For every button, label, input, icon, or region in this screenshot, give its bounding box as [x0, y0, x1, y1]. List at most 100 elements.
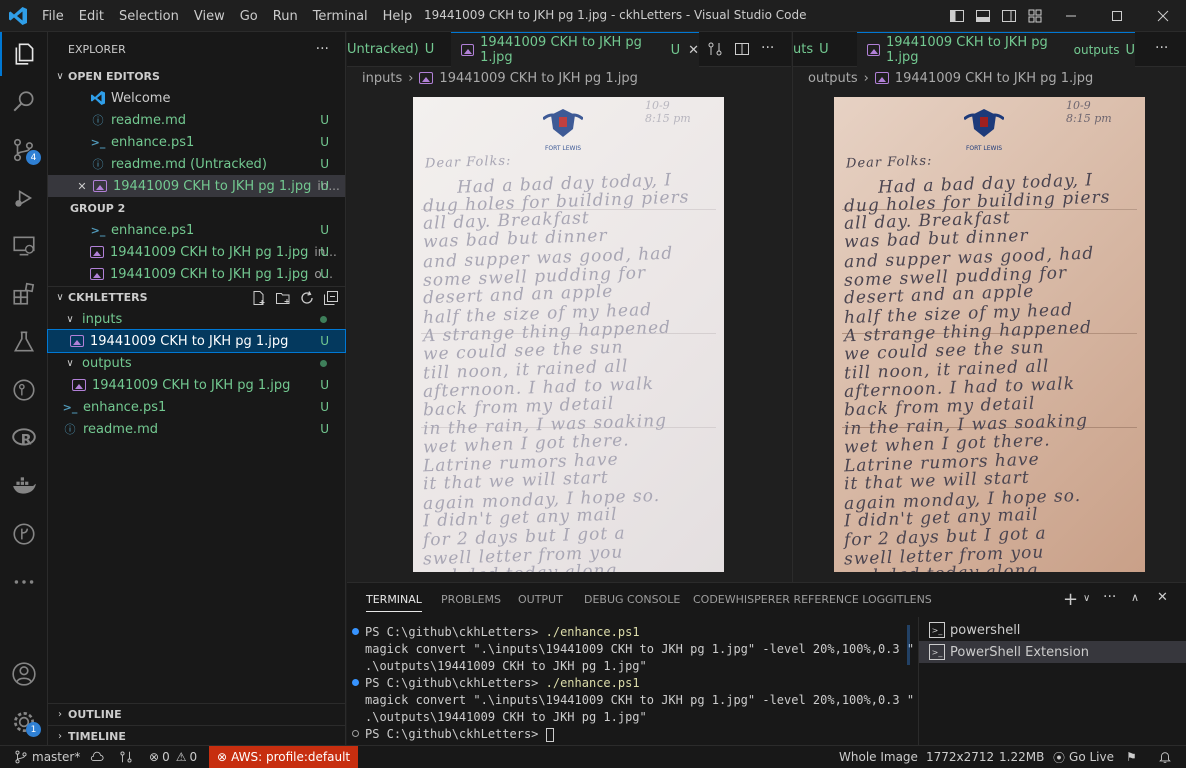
feedback-button[interactable]: ⚑	[1126, 746, 1137, 768]
maximize-panel-icon[interactable]: ∧	[1131, 591, 1139, 604]
tree-folder-inputs[interactable]: ∨ inputs	[48, 308, 345, 330]
new-terminal-icon[interactable]: +	[1063, 589, 1078, 610]
r-activity[interactable]: R	[0, 416, 48, 460]
close-tab-icon[interactable]: ✕	[688, 43, 699, 58]
tab-output-image[interactable]: 19441009 CKH to JKH pg 1.jpg outputs U	[857, 32, 1135, 67]
branch-indicator[interactable]: master*	[14, 746, 80, 768]
panel-more-icon[interactable]: ···	[1103, 589, 1116, 605]
menu-help[interactable]: Help	[383, 9, 413, 24]
new-folder-icon[interactable]	[275, 290, 291, 306]
open-editor-item[interactable]: ⓘ readme.md U	[48, 109, 345, 131]
image-file-icon	[93, 180, 107, 192]
panel-tab-terminal[interactable]: TERMINAL	[366, 593, 422, 612]
letter-image-original[interactable]: FORT LEWIS 10-9 8:15 pm Dear Folks: Had a…	[413, 97, 724, 572]
close-panel-icon[interactable]: ✕	[1157, 590, 1168, 605]
menu-terminal[interactable]: Terminal	[313, 9, 368, 24]
info-icon: ⓘ	[92, 114, 104, 127]
minimize-button[interactable]	[1048, 0, 1094, 32]
open-editor-item[interactable]: >_ enhance.ps1 U	[48, 131, 345, 153]
refresh-icon[interactable]	[299, 290, 315, 306]
sync-button[interactable]	[90, 746, 104, 768]
toggle-sidebar-icon[interactable]	[949, 8, 965, 24]
docker-activity[interactable]	[0, 464, 48, 508]
tab-label: 19441009 CKH to JKH pg 1.jpg	[885, 35, 1048, 65]
problems-indicator[interactable]: ⊗ 0 ⚠ 0	[149, 746, 197, 768]
status-bar: master* ⊗ 0 ⚠ 0 ⊗ AWS: profile:default W…	[0, 745, 1186, 768]
aws-profile-status[interactable]: ⊗ AWS: profile:default	[209, 746, 359, 768]
go-live-button[interactable]: ⦿ Go Live	[1053, 746, 1114, 768]
breadcrumb-file[interactable]: 19441009 CKH to JKH pg 1.jpg	[895, 71, 1093, 86]
outline-section[interactable]: › OUTLINE	[48, 703, 345, 725]
new-file-icon[interactable]	[251, 290, 267, 306]
manage-activity[interactable]: 1	[0, 700, 48, 744]
gitlens-activity[interactable]	[0, 368, 48, 412]
panel-tab-codewhisperer[interactable]: CODEWHISPERER REFERENCE LOG	[693, 593, 885, 606]
panel-tab-debug-console[interactable]: DEBUG CONSOLE	[584, 593, 680, 606]
vscode-logo-icon	[9, 7, 27, 25]
editor-more-icon[interactable]: ···	[1155, 40, 1168, 56]
image-zoom-status[interactable]: Whole Image	[839, 746, 918, 768]
search-activity[interactable]	[0, 80, 48, 124]
terminal-line: PS C:\github\ckhLetters> ./enhance.ps1	[365, 676, 640, 690]
menu-run[interactable]: Run	[273, 9, 298, 24]
tree-folder-outputs[interactable]: ∨ outputs	[48, 352, 345, 374]
tab-input-image[interactable]: 19441009 CKH to JKH pg 1.jpg U ✕	[451, 32, 699, 67]
toggle-secondary-sidebar-icon[interactable]	[1001, 8, 1017, 24]
tree-file-output-image[interactable]: 19441009 CKH to JKH pg 1.jpg U	[48, 374, 345, 396]
open-editor-label: readme.md (Untracked)	[111, 156, 267, 172]
tree-file-input-image[interactable]: 19441009 CKH to JKH pg 1.jpg U	[47, 329, 346, 353]
editor-more-icon[interactable]: ···	[761, 40, 774, 56]
tab-readme-untracked[interactable]: Untracked) U	[347, 32, 451, 67]
breadcrumb-folder[interactable]: outputs	[808, 71, 858, 86]
explorer-activity[interactable]	[0, 32, 48, 76]
close-window-button[interactable]	[1140, 0, 1186, 32]
menu-view[interactable]: View	[194, 9, 225, 24]
terminal-output[interactable]: PS C:\github\ckhLetters> ./enhance.ps1 m…	[347, 619, 917, 746]
open-editor-item-active[interactable]: ✕ 19441009 CKH to JKH pg 1.jpg in... U	[48, 175, 345, 197]
compare-icon[interactable]	[707, 41, 723, 57]
open-editor-item[interactable]: Welcome	[48, 87, 345, 109]
terminal-list-item-active[interactable]: >_ PowerShell Extension	[919, 641, 1186, 663]
maximize-button[interactable]	[1094, 0, 1140, 32]
panel-tab-problems[interactable]: PROBLEMS	[441, 593, 501, 606]
menu-go[interactable]: Go	[240, 9, 258, 24]
terminal-list-item[interactable]: >_ powershell	[919, 619, 1186, 641]
explorer-more-icon[interactable]: ···	[316, 41, 329, 57]
untracked-status: U	[320, 157, 329, 171]
tab-outputs-prev[interactable]: uts U	[793, 32, 853, 67]
remote-explorer-activity[interactable]	[0, 224, 48, 268]
extensions-activity[interactable]	[0, 272, 48, 316]
open-editor-item[interactable]: ⓘ readme.md (Untracked) U	[48, 153, 345, 175]
tree-file-readme[interactable]: ⓘ readme.md U	[48, 418, 345, 440]
open-editor-item[interactable]: >_ enhance.ps1 U	[48, 219, 345, 241]
accounts-activity[interactable]	[0, 652, 48, 696]
customize-layout-icon[interactable]	[1027, 8, 1043, 24]
menu-edit[interactable]: Edit	[79, 9, 104, 24]
tab-status: U	[424, 42, 435, 57]
menu-file[interactable]: File	[42, 9, 64, 24]
tree-file-enhance[interactable]: >_ enhance.ps1 U	[48, 396, 345, 418]
menu-selection[interactable]: Selection	[119, 9, 179, 24]
project-section[interactable]: ∨ CKHLETTERS	[48, 286, 345, 308]
close-icon[interactable]: ✕	[74, 178, 90, 194]
collapse-all-icon[interactable]	[323, 290, 339, 306]
panel-tab-gitlens[interactable]: GITLENS	[885, 593, 932, 606]
open-editors-section[interactable]: ∨ OPEN EDITORS	[48, 65, 345, 87]
breadcrumb-file[interactable]: 19441009 CKH to JKH pg 1.jpg	[439, 71, 637, 86]
timeline-section[interactable]: › TIMELINE	[48, 725, 345, 747]
panel-tab-output[interactable]: OUTPUT	[518, 593, 563, 606]
terminal-dropdown-icon[interactable]: ∨	[1083, 593, 1090, 604]
open-editor-item[interactable]: 19441009 CKH to JKH pg 1.jpg in... U	[48, 241, 345, 263]
split-editor-icon[interactable]	[734, 41, 750, 57]
notifications-button[interactable]	[1158, 746, 1172, 768]
run-debug-activity[interactable]	[0, 176, 48, 220]
compare-button[interactable]	[119, 746, 133, 768]
open-editor-item[interactable]: 19441009 CKH to JKH pg 1.jpg o... U	[48, 263, 345, 285]
breadcrumb-folder[interactable]: inputs	[362, 71, 402, 86]
more-activity[interactable]	[0, 560, 48, 604]
testing-activity[interactable]	[0, 320, 48, 364]
source-control-activity[interactable]: 4	[0, 128, 48, 172]
letter-image-enhanced[interactable]: FORT LEWIS 10-9 8:15 pm Dear Folks: Had a…	[834, 97, 1145, 572]
toggle-panel-icon[interactable]	[975, 8, 991, 24]
git-graph-activity[interactable]	[0, 512, 48, 556]
